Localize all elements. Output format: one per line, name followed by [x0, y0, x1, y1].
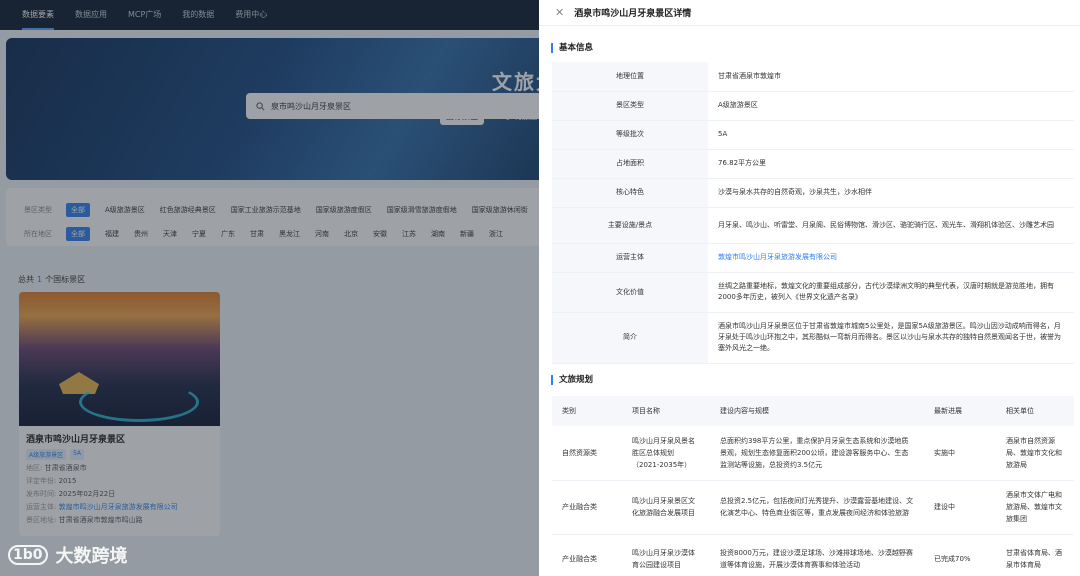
drawer-header: ✕ 酒泉市鸣沙山月牙泉景区详情: [539, 0, 1080, 26]
info-key: 地理位置: [552, 62, 708, 92]
info-key: 运营主体: [552, 243, 708, 273]
plan-col-category: 类别: [552, 396, 622, 426]
plan-heading: 文旅规划: [551, 375, 593, 385]
info-row: 主要设施/景点 月牙泉、鸣沙山、听雷堂、月泉阁、民俗博物馆、滑沙区、骆驼骑行区、观…: [552, 207, 1074, 244]
plan-cell: 已完成70%: [924, 534, 996, 576]
plan-cell: 鸣沙山月牙泉沙漠体育公园建设项目: [622, 534, 710, 576]
info-row: 景区类型 A级旅游景区: [552, 91, 1074, 121]
info-row: 地理位置 甘肃省酒泉市敦煌市: [552, 62, 1074, 92]
watermark-text: 大数跨境: [55, 546, 128, 567]
info-value: 5A: [708, 120, 1074, 150]
plan-cell: 自然资源类: [552, 426, 622, 481]
plan-cell: 产业融合类: [552, 534, 622, 576]
info-value: 酒泉市鸣沙山月牙泉景区位于甘肃省敦煌市城南5公里处，是国家5A级旅游景区。鸣沙山…: [708, 312, 1074, 364]
info-key: 等级批次: [552, 120, 708, 150]
info-row: 简介 酒泉市鸣沙山月牙泉景区位于甘肃省敦煌市城南5公里处，是国家5A级旅游景区。鸣…: [552, 312, 1074, 364]
plan-cell: 总投资2.5亿元，包括夜间灯光秀提升、沙漠露营基地建设、文化演艺中心、特色商业街…: [710, 480, 924, 535]
plan-row: 产业融合类 鸣沙山月牙泉景区文化旅游融合发展项目 总投资2.5亿元，包括夜间灯光…: [552, 480, 1074, 535]
modal-overlay[interactable]: [0, 0, 539, 576]
info-value: 月牙泉、鸣沙山、听雷堂、月泉阁、民俗博物馆、滑沙区、骆驼骑行区、观光车、滑翔机体…: [708, 207, 1074, 244]
close-icon[interactable]: ✕: [555, 6, 564, 19]
plan-table: 类别 项目名称 建设内容与规模 最新进展 相关单位 自然资源类 鸣沙山月牙泉风景…: [552, 396, 1074, 576]
info-row: 等级批次 5A: [552, 120, 1074, 150]
plan-cell: 鸣沙山月牙泉景区文化旅游融合发展项目: [622, 480, 710, 535]
plan-cell: 实施中: [924, 426, 996, 481]
plan-row: 自然资源类 鸣沙山月牙泉风景名胜区总体规划（2021-2035年） 总面积约39…: [552, 426, 1074, 481]
info-row: 运营主体 敦煌市鸣沙山月牙泉旅游发展有限公司: [552, 243, 1074, 273]
operator-link[interactable]: 敦煌市鸣沙山月牙泉旅游发展有限公司: [708, 243, 1074, 273]
info-key: 简介: [552, 312, 708, 364]
drawer-title: 酒泉市鸣沙山月牙泉景区详情: [574, 9, 692, 19]
info-row: 文化价值 丝绸之路重要地标，敦煌文化的重要组成部分，古代沙漠绿洲文明的典型代表，汉…: [552, 272, 1074, 313]
plan-cell: 酒泉市文体广电和旅游局、敦煌市文旅集团: [996, 480, 1074, 535]
info-key: 景区类型: [552, 91, 708, 121]
info-value: 丝绸之路重要地标，敦煌文化的重要组成部分，古代沙漠绿洲文明的典型代表，汉唐时期就…: [708, 272, 1074, 313]
info-value: 沙漠与泉水共存的自然奇观，沙泉共生，沙水相伴: [708, 178, 1074, 208]
basic-info-heading: 基本信息: [551, 43, 593, 53]
plan-col-content: 建设内容与规模: [710, 396, 924, 426]
info-key: 占地面积: [552, 149, 708, 179]
info-row: 核心特色 沙漠与泉水共存的自然奇观，沙泉共生，沙水相伴: [552, 178, 1074, 208]
plan-cell: 建设中: [924, 480, 996, 535]
info-row: 占地面积 76.82平方公里: [552, 149, 1074, 179]
plan-col-unit: 相关单位: [996, 396, 1074, 426]
plan-cell: 甘肃省体育局、酒泉市体育局: [996, 534, 1074, 576]
plan-col-project: 项目名称: [622, 396, 710, 426]
info-value: 76.82平方公里: [708, 149, 1074, 179]
plan-cell: 酒泉市自然资源局、敦煌市文化和旅游局: [996, 426, 1074, 481]
info-key: 主要设施/景点: [552, 207, 708, 244]
plan-col-progress: 最新进展: [924, 396, 996, 426]
info-key: 文化价值: [552, 272, 708, 313]
plan-cell: 产业融合类: [552, 480, 622, 535]
watermark: 1b0 大数跨境: [8, 542, 128, 568]
watermark-logo: 1b0: [8, 545, 48, 565]
info-value: 甘肃省酒泉市敦煌市: [708, 62, 1074, 92]
info-key: 核心特色: [552, 178, 708, 208]
plan-cell: 投资8000万元，建设沙漠足球场、沙滩排球场地、沙漠越野赛道等体育设施，开展沙漠…: [710, 534, 924, 576]
plan-cell: 总面积约398平方公里，重点保护月牙泉生态系统和沙漠地质景观，规划生态修复面积2…: [710, 426, 924, 481]
basic-info-table: 地理位置 甘肃省酒泉市敦煌市 景区类型 A级旅游景区 等级批次 5A 占地面积 76.8…: [552, 62, 1074, 364]
detail-drawer: ✕ 酒泉市鸣沙山月牙泉景区详情 基本信息 地理位置 甘肃省酒泉市敦煌市 景区类型 A…: [539, 0, 1080, 576]
plan-cell: 鸣沙山月牙泉风景名胜区总体规划（2021-2035年）: [622, 426, 710, 481]
page: 数据要素 数据应用 MCP广场 我的数据 费用中心 文旅大 国标景区 乡村旅游 …: [0, 0, 1080, 576]
plan-row: 产业融合类 鸣沙山月牙泉沙漠体育公园建设项目 投资8000万元，建设沙漠足球场、…: [552, 534, 1074, 576]
plan-header-row: 类别 项目名称 建设内容与规模 最新进展 相关单位: [552, 396, 1074, 426]
info-value: A级旅游景区: [708, 91, 1074, 121]
